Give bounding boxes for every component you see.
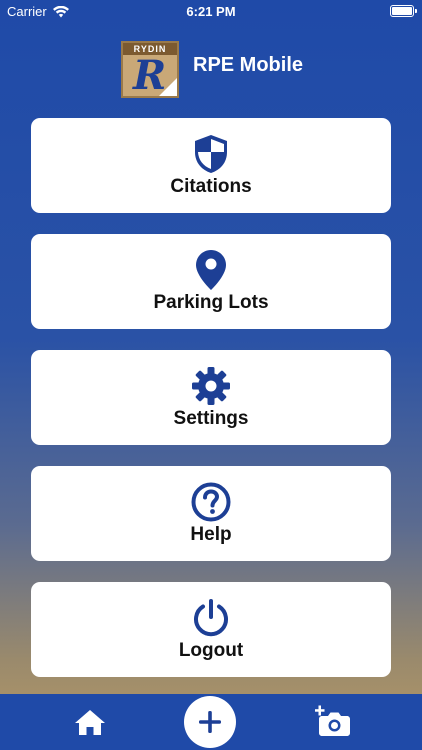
- app-header: RYDIN R RPE Mobile: [0, 38, 422, 100]
- map-pin-icon: [191, 249, 231, 290]
- status-time: 6:21 PM: [186, 4, 236, 19]
- settings-label: Settings: [173, 407, 249, 429]
- gear-icon: [191, 366, 231, 406]
- logout-label: Logout: [178, 639, 244, 661]
- help-button[interactable]: Help: [31, 466, 391, 561]
- add-photo-icon: [315, 705, 350, 736]
- parking-lots-button[interactable]: Parking Lots: [31, 234, 391, 329]
- power-icon: [191, 598, 231, 638]
- add-button[interactable]: [184, 696, 236, 748]
- home-tab-button[interactable]: [72, 706, 108, 738]
- parking-lots-label: Parking Lots: [153, 291, 269, 313]
- question-circle-icon: [191, 482, 231, 522]
- app-title: RPE Mobile: [193, 54, 304, 76]
- tab-bar: [0, 694, 422, 750]
- status-bar: Carrier 6:21 PM: [0, 0, 422, 22]
- help-label: Help: [190, 523, 232, 545]
- home-icon: [75, 710, 105, 735]
- shield-icon: [191, 134, 231, 174]
- settings-button[interactable]: Settings: [31, 350, 391, 445]
- battery-icon: [390, 5, 417, 17]
- plus-icon: [199, 711, 221, 733]
- citations-label: Citations: [170, 175, 252, 197]
- add-photo-tab-button[interactable]: [314, 704, 352, 738]
- citations-button[interactable]: Citations: [31, 118, 391, 213]
- logout-button[interactable]: Logout: [31, 582, 391, 677]
- rydin-logo: RYDIN R: [121, 41, 179, 99]
- logo-peel: [159, 78, 177, 96]
